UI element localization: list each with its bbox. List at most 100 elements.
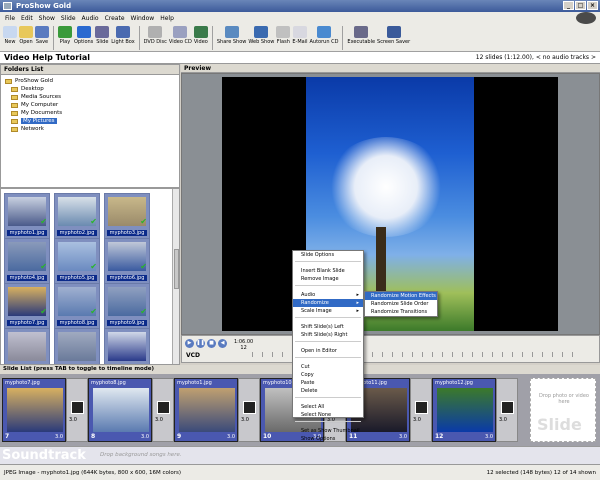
menu-item-help[interactable]: Help: [157, 15, 177, 22]
menu-item-file[interactable]: File: [2, 15, 18, 22]
toolbar-button-options[interactable]: Options: [74, 24, 93, 45]
toolbar-button-video-cd[interactable]: Video CD: [169, 24, 192, 45]
folder-item[interactable]: Network: [5, 125, 175, 133]
context-menu-item-audio[interactable]: Audio ▸: [293, 291, 363, 299]
context-menu-item-show-options[interactable]: Show Options: [293, 435, 363, 443]
submenu-item-randomize-transitions[interactable]: Randomize Transitions: [365, 308, 437, 316]
play-icon[interactable]: ▶: [185, 339, 194, 348]
file-thumbnail[interactable]: myphoto3.jpg ✔: [104, 193, 150, 239]
transition-slot[interactable]: 3.0: [410, 378, 432, 442]
slide-image: [7, 388, 63, 432]
menu-item-window[interactable]: Window: [128, 15, 158, 22]
toolbar-button-executable[interactable]: Executable: [347, 24, 375, 45]
minimize-button[interactable]: _: [563, 1, 574, 10]
file-thumbnail[interactable]: myphoto8.jpg ✔: [54, 283, 100, 329]
maximize-button[interactable]: □: [575, 1, 586, 10]
slide-image: [93, 388, 149, 432]
toolbar-button-light-box[interactable]: Light Box: [111, 24, 135, 45]
toolbar-button-dvd-disc[interactable]: DVD Disc: [144, 24, 167, 45]
file-thumbnail[interactable]: [104, 328, 150, 364]
soundtrack-bar[interactable]: Soundtrack Drop background songs here.: [0, 446, 600, 464]
submenu-item-randomize-motion-effects[interactable]: Randomize Motion Effects: [365, 292, 437, 300]
menu-item-edit[interactable]: Edit: [18, 15, 36, 22]
transition-slot[interactable]: 3.0: [66, 378, 88, 442]
slide-slot[interactable]: myphoto8.jpg 8 3.0: [88, 378, 152, 442]
menu-item-create[interactable]: Create: [102, 15, 128, 22]
toolbar-button-open[interactable]: Open: [19, 24, 33, 45]
menu-separator: [295, 341, 361, 345]
context-menu-item-copy[interactable]: Copy: [293, 371, 363, 379]
slide-slot[interactable]: myphoto1.jpg 9 3.0: [174, 378, 238, 442]
thumbnail-filename: myphoto1.jpg: [7, 230, 47, 236]
empty-slide-drop-target[interactable]: Drop photo or video here Slide: [530, 378, 596, 442]
video-cd-icon: [173, 26, 188, 38]
folder-item[interactable]: My Computer: [5, 101, 175, 109]
context-menu-item-set-as-show-thumbnail[interactable]: Set as Show Thumbnail: [293, 427, 363, 435]
toolbar-button-slide[interactable]: Slide: [95, 24, 110, 45]
close-button[interactable]: ×: [587, 1, 598, 10]
toolbar-label: Share Show: [216, 39, 247, 45]
context-menu-item-select-all[interactable]: Select All: [293, 403, 363, 411]
folder-label: My Computer: [21, 102, 59, 108]
stop-icon[interactable]: ■: [207, 339, 216, 348]
slide-slot[interactable]: myphoto12.jpg 12 3.0: [432, 378, 496, 442]
folder-item[interactable]: ProShow Gold: [5, 77, 175, 85]
folder-item[interactable]: My Documents: [5, 109, 175, 117]
pause-icon[interactable]: ❚❚: [196, 339, 205, 348]
transition-slot[interactable]: 3.0: [152, 378, 174, 442]
toolbar-button-video[interactable]: Video: [193, 24, 208, 45]
file-thumbnail[interactable]: myphoto1.jpg ✔: [4, 193, 50, 239]
file-thumbnail[interactable]: myphoto6.jpg ✔: [104, 238, 150, 284]
context-menu-item-slide-options[interactable]: Slide Options: [293, 251, 363, 259]
context-menu-item-paste[interactable]: Paste: [293, 379, 363, 387]
menu-item-audio[interactable]: Audio: [79, 15, 102, 22]
folder-item[interactable]: Media Sources: [5, 93, 175, 101]
output-format-label: VCD: [186, 352, 201, 359]
context-menu-item-cut[interactable]: Cut: [293, 363, 363, 371]
slide-slot[interactable]: myphoto7.jpg 7 3.0: [2, 378, 66, 442]
thumbnails-scrollbar[interactable]: [172, 189, 179, 364]
context-menu-item-insert-blank-slide[interactable]: Insert Blank Slide: [293, 267, 363, 275]
toolbar-button-flash[interactable]: Flash: [276, 24, 291, 45]
toolbar-button-screen-saver[interactable]: Screen Saver: [377, 24, 410, 45]
menu-item-show[interactable]: Show: [36, 15, 58, 22]
toolbar-button-save[interactable]: Save: [35, 24, 49, 45]
toolbar-button-autorun-cd[interactable]: Autorun CD: [309, 24, 338, 45]
file-thumbnail[interactable]: myphoto5.jpg ✔: [54, 238, 100, 284]
menu-separator: [295, 397, 361, 401]
file-thumbnail[interactable]: [4, 328, 50, 364]
toolbar-button-play[interactable]: Play: [58, 24, 72, 45]
file-thumbnail[interactable]: [54, 328, 100, 364]
context-menu-item-open-in-editor[interactable]: Open in Editor: [293, 347, 363, 355]
toolbar-button-e-mail[interactable]: E-Mail: [292, 24, 307, 45]
file-thumbnail[interactable]: myphoto4.jpg ✔: [4, 238, 50, 284]
folder-icon: [5, 78, 12, 84]
prev-icon[interactable]: ◀: [218, 339, 227, 348]
slide-duration: 3.0: [55, 434, 63, 440]
folder-item[interactable]: Desktop: [5, 85, 175, 93]
toolbar-button-new[interactable]: New: [3, 24, 17, 45]
toolbar-button-share-show[interactable]: Share Show: [216, 24, 247, 45]
menu-item-slide[interactable]: Slide: [58, 15, 79, 22]
context-menu-item-scale-image[interactable]: Scale Image ▸: [293, 307, 363, 315]
context-menu-item-shift-slide-s-left[interactable]: Shift Slide(s) Left: [293, 323, 363, 331]
context-menu-item-randomize[interactable]: Randomize ▸: [293, 299, 363, 307]
toolbar-button-web-show[interactable]: Web Show: [248, 24, 274, 45]
context-menu-item-remove-image[interactable]: Remove Image: [293, 275, 363, 283]
transition-slot[interactable]: 3.0: [238, 378, 260, 442]
file-thumbnail[interactable]: myphoto7.jpg ✔: [4, 283, 50, 329]
folder-item[interactable]: My Pictures: [5, 117, 175, 125]
slide-number: 7: [5, 433, 10, 440]
file-thumbnails-panel: myphoto1.jpg ✔ myphoto2.jpg ✔ myphoto3.jpg ✔ m…: [0, 188, 180, 365]
submenu-item-randomize-slide-order[interactable]: Randomize Slide Order: [365, 300, 437, 308]
context-menu-item-shift-slide-s-right[interactable]: Shift Slide(s) Right: [293, 331, 363, 339]
file-thumbnail[interactable]: myphoto2.jpg ✔: [54, 193, 100, 239]
scrollbar-thumb[interactable]: [174, 249, 179, 289]
window-title: ProShow Gold: [16, 2, 72, 10]
context-menu-item-select-none[interactable]: Select None: [293, 411, 363, 419]
transition-slot[interactable]: 3.0: [496, 378, 518, 442]
project-title: Video Help Tutorial: [4, 53, 91, 62]
file-thumbnail[interactable]: myphoto9.jpg ✔: [104, 283, 150, 329]
context-menu-item-delete[interactable]: Delete: [293, 387, 363, 395]
toolbar-label: Web Show: [248, 39, 275, 45]
